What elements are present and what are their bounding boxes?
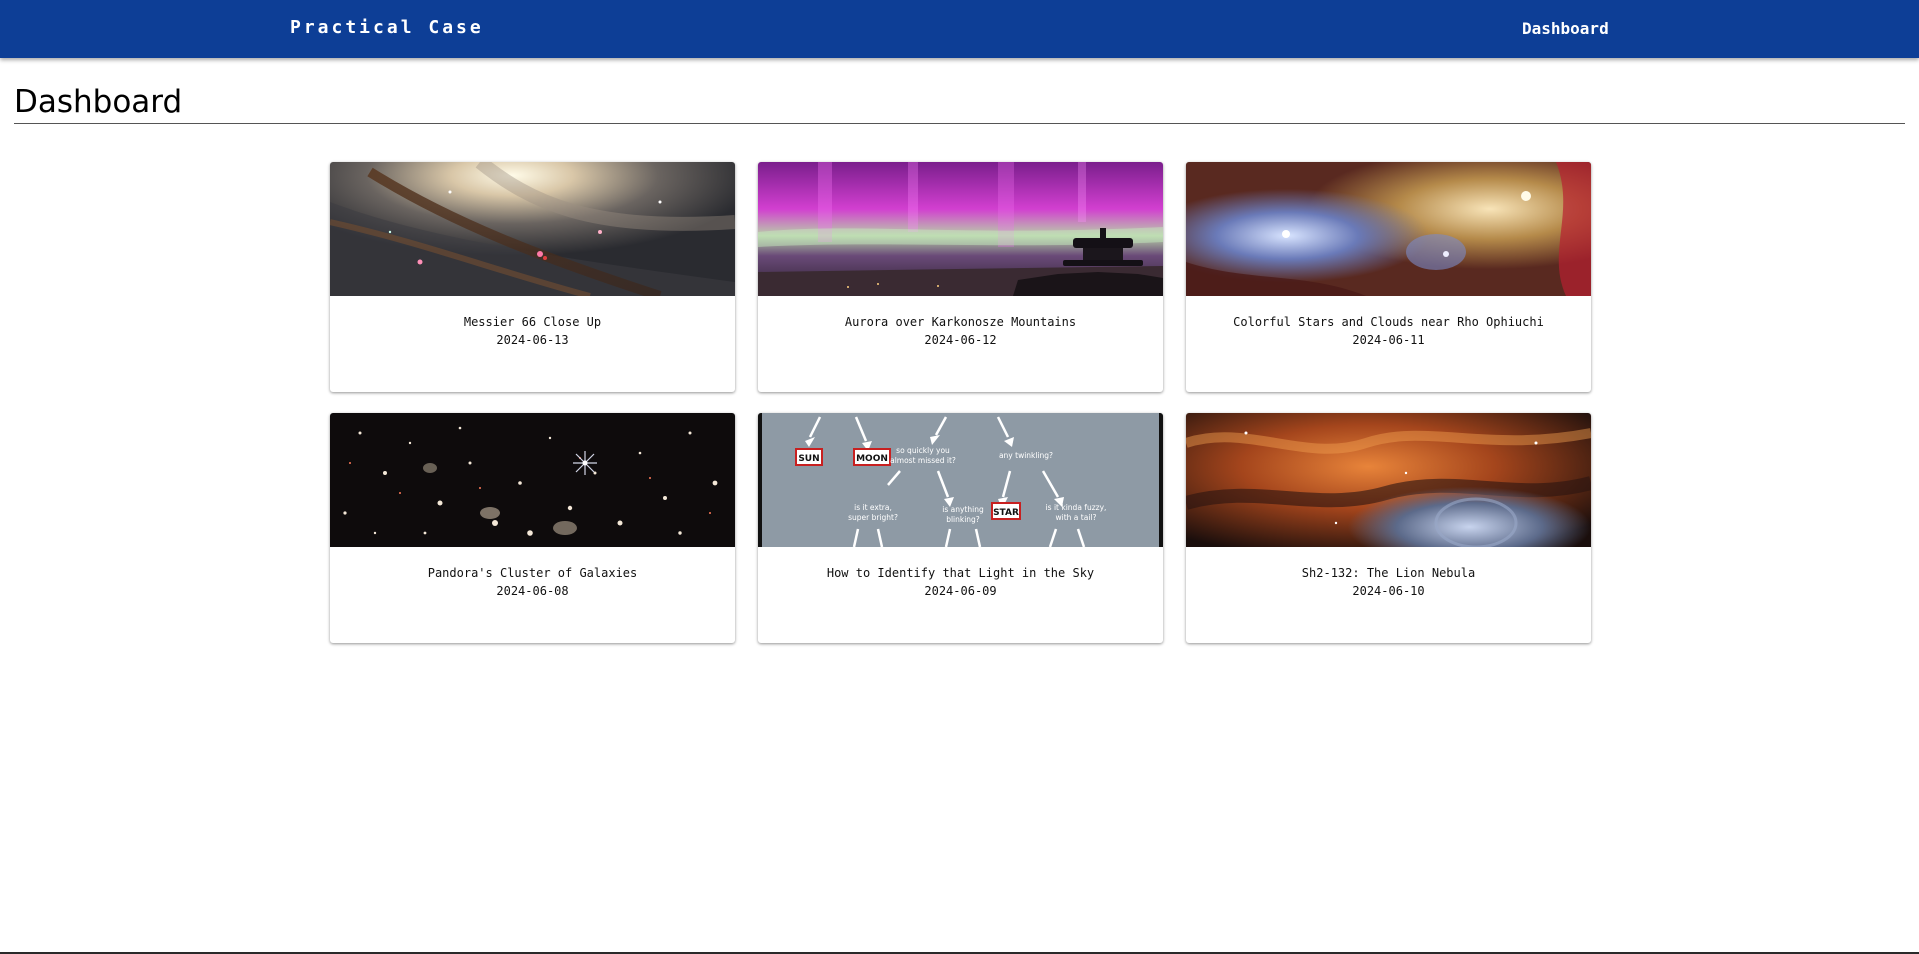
flowchart-illustration: SUN MOON STAR so quickly you almost miss… (758, 413, 1163, 547)
card-title: How to Identify that Light in the Sky (826, 566, 1095, 580)
card-identify-light[interactable]: SUN MOON STAR so quickly you almost miss… (758, 413, 1163, 643)
card-date: 2024-06-13 (496, 333, 569, 347)
aurora-photo (758, 162, 1163, 296)
card-title: Aurora over Karkonosze Mountains (844, 315, 1077, 329)
diagram-q5b: with a tail? (1056, 513, 1097, 522)
diagram-sun-label: SUN (798, 454, 819, 464)
card-title: Messier 66 Close Up (463, 315, 602, 329)
card-date: 2024-06-12 (924, 333, 997, 347)
card-title: Pandora's Cluster of Galaxies (427, 566, 638, 580)
brand-link[interactable]: Practical Case (290, 17, 484, 38)
card-image[interactable] (1186, 413, 1591, 547)
diagram-q1a: so quickly you (896, 446, 950, 455)
galaxy-photo (330, 162, 735, 296)
card-title: Sh2-132: The Lion Nebula (1301, 566, 1476, 580)
card-image[interactable] (758, 162, 1163, 296)
diagram-moon-label: MOON (856, 454, 888, 464)
card-lion-nebula[interactable]: Sh2-132: The Lion Nebula 2024-06-10 (1186, 413, 1591, 643)
diagram-star-label: STAR (993, 508, 1019, 518)
card-date: 2024-06-10 (1352, 584, 1425, 598)
card-grid: Messier 66 Close Up 2024-06-13 Aurora ov… (330, 162, 1591, 643)
diagram-q4a: is anything (942, 505, 984, 514)
card-date: 2024-06-09 (924, 584, 997, 598)
card-aurora[interactable]: Aurora over Karkonosze Mountains 2024-06… (758, 162, 1163, 392)
diagram-q3a: is it extra, (854, 503, 892, 512)
galaxy-cluster-photo (330, 413, 735, 547)
diagram-q3b: super bright? (848, 513, 898, 522)
diagram-q2: any twinkling? (999, 451, 1053, 460)
top-navbar: Practical Case Dashboard (0, 0, 1919, 58)
diagram-q1b: almost missed it? (890, 456, 956, 465)
card-image[interactable] (1186, 162, 1591, 296)
card-image[interactable] (330, 162, 735, 296)
card-title: Colorful Stars and Clouds near Rho Ophiu… (1233, 315, 1544, 329)
diagram-q4b: blinking? (946, 515, 980, 524)
card-image[interactable]: SUN MOON STAR so quickly you almost miss… (758, 413, 1163, 547)
card-image[interactable] (330, 413, 735, 547)
card-date: 2024-06-11 (1352, 333, 1425, 347)
page-title: Dashboard (14, 84, 183, 120)
title-divider (14, 123, 1905, 124)
card-pandoras-cluster[interactable]: Pandora's Cluster of Galaxies 2024-06-08 (330, 413, 735, 643)
card-messier-66[interactable]: Messier 66 Close Up 2024-06-13 (330, 162, 735, 392)
card-rho-ophiuchi[interactable]: Colorful Stars and Clouds near Rho Ophiu… (1186, 162, 1591, 392)
diagram-q5a: is it kinda fuzzy, (1046, 503, 1107, 512)
card-date: 2024-06-08 (496, 584, 569, 598)
lion-nebula-photo (1186, 413, 1591, 547)
nav-dashboard-link[interactable]: Dashboard (1522, 19, 1609, 38)
nebula-photo (1186, 162, 1591, 296)
